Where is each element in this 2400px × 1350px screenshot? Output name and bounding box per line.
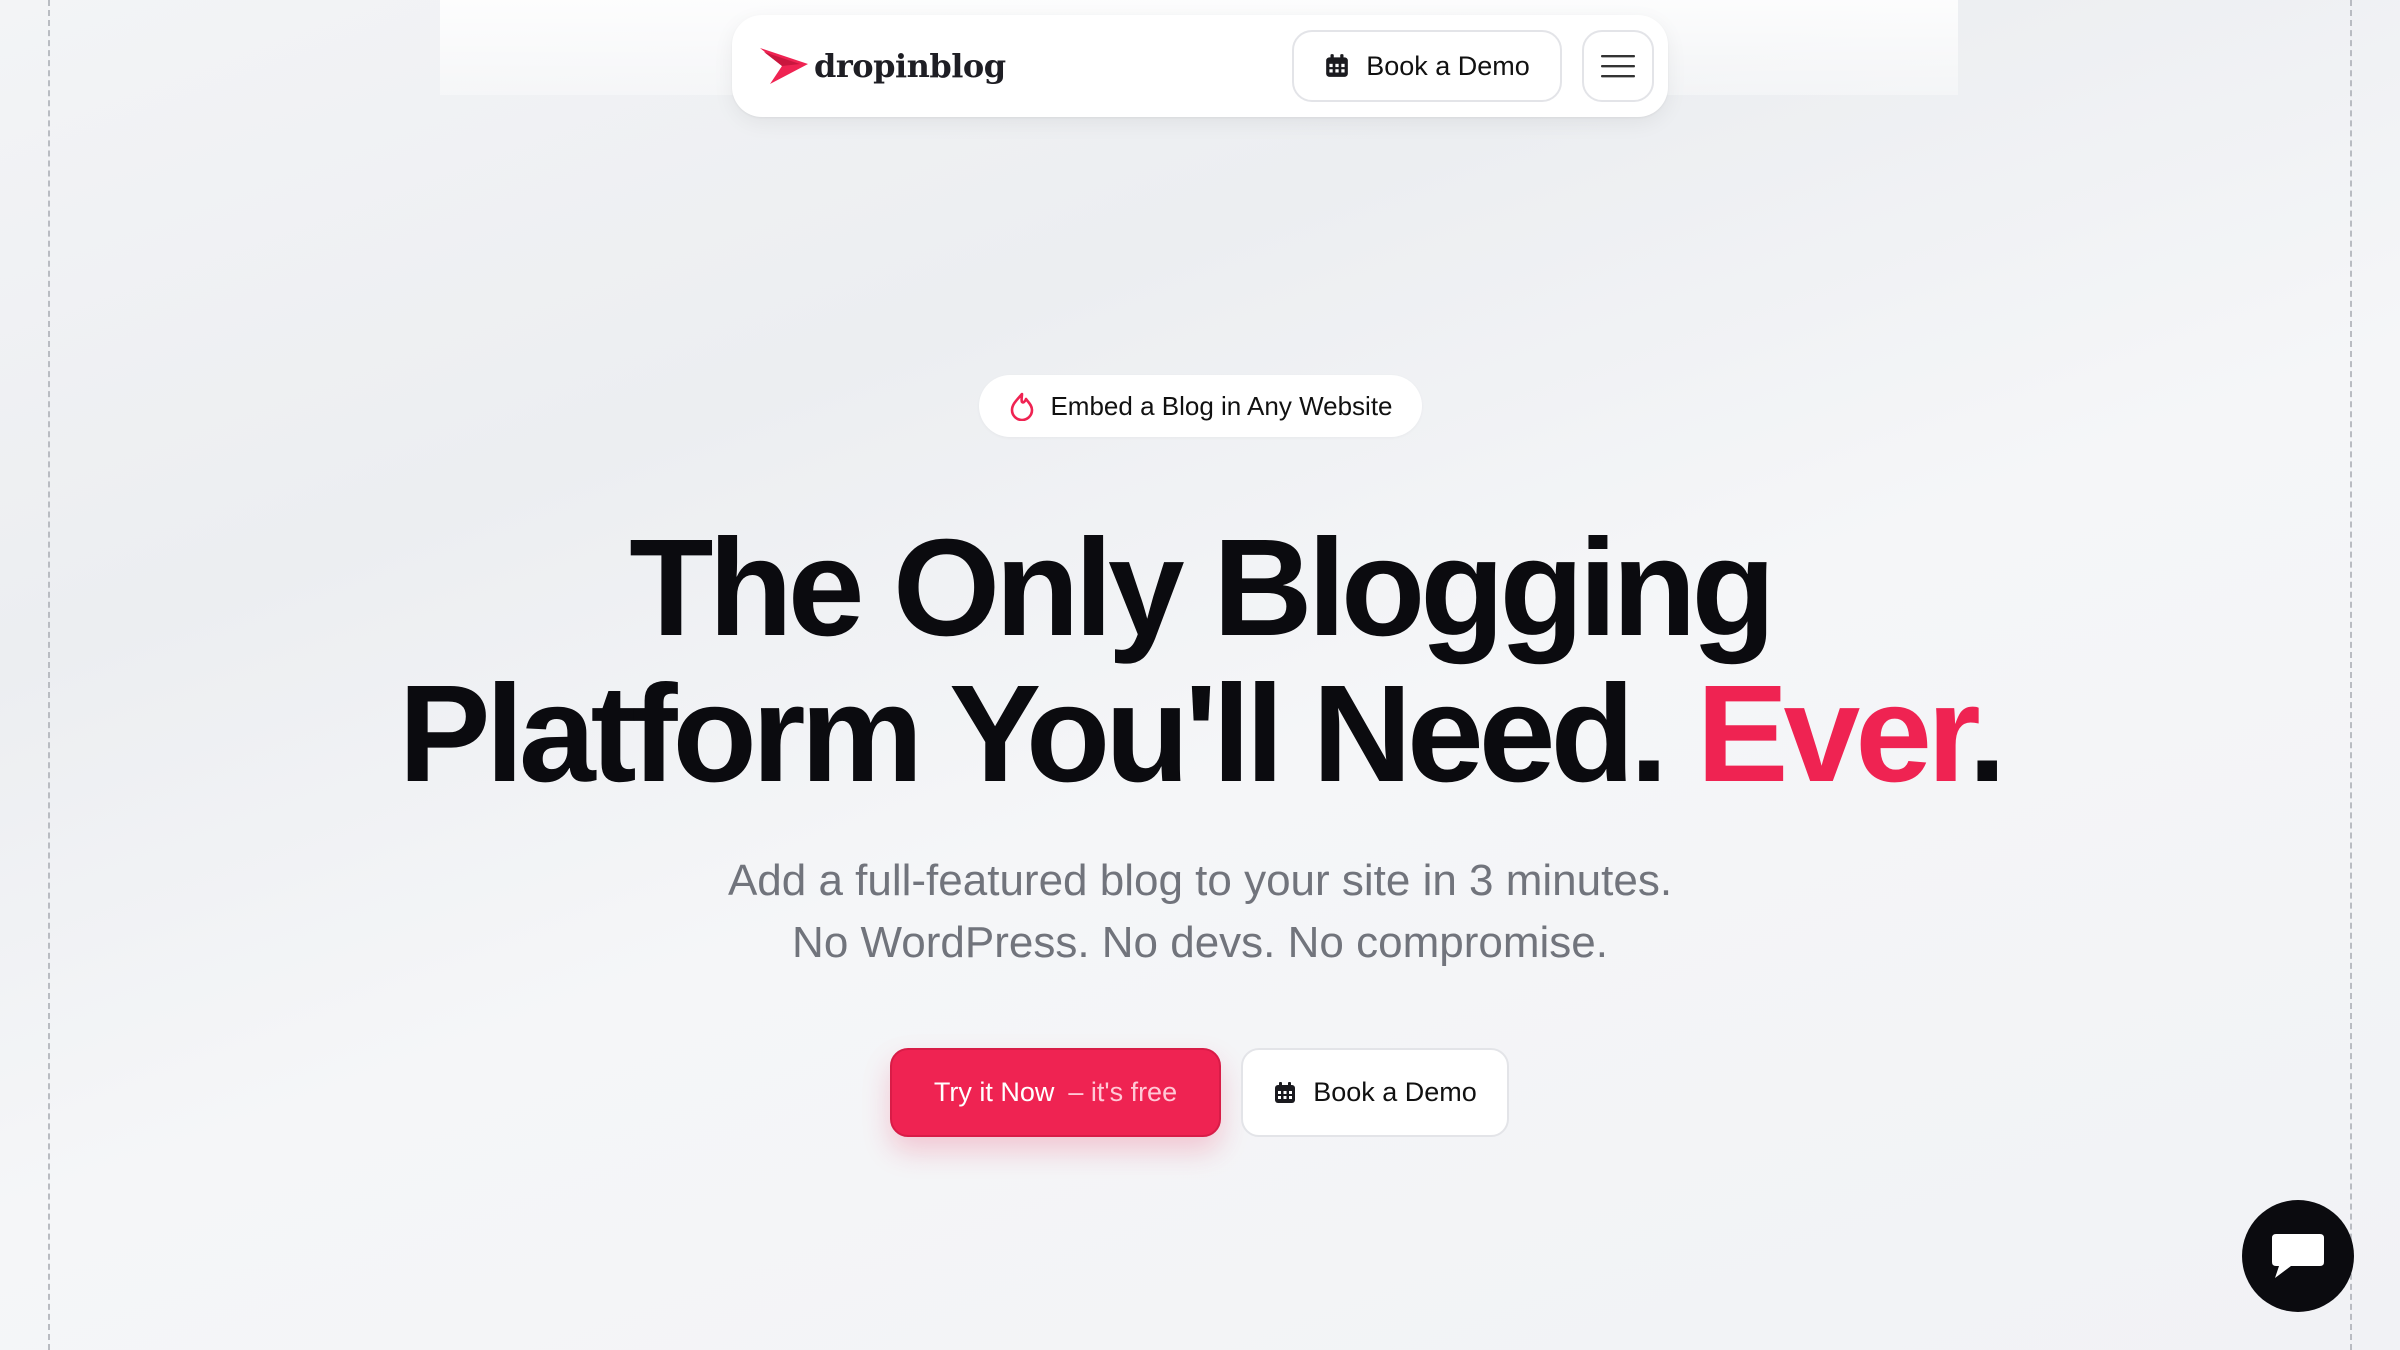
chat-widget-button[interactable] (2242, 1200, 2354, 1312)
brand-logo[interactable]: dropinblog (760, 47, 1006, 85)
cta-group: Try it Now – it's free Book a Demo (890, 1048, 1509, 1137)
book-demo-label: Book a Demo (1313, 1077, 1477, 1107)
headline-accent-word: Ever (1696, 657, 1973, 811)
try-it-now-button[interactable]: Try it Now – it's free (890, 1048, 1221, 1137)
hero-badge-text: Embed a Blog in Any Website (1050, 390, 1393, 421)
subheadline-line-1: Add a full-featured blog to your site in… (727, 856, 1673, 905)
headline-line-1: The Only Blogging (629, 511, 1776, 665)
hero-badge: Embed a Blog in Any Website (979, 375, 1422, 437)
headline-line-2: Platform You'll Need. (398, 657, 1669, 811)
subheadline-line-2: No WordPress. No devs. No compromise. (792, 918, 1608, 967)
try-it-now-label: Try it Now (933, 1077, 1055, 1107)
chat-bubble-icon (2272, 1234, 2324, 1278)
navbar: dropinblog Book a Demo (732, 15, 1668, 117)
free-suffix: – it's free (1068, 1077, 1178, 1107)
nav-book-demo-label: Book a Demo (1366, 50, 1530, 81)
hero-subheadline: Add a full-featured blog to your site in… (0, 850, 2400, 974)
calendar-icon (1326, 54, 1349, 77)
book-demo-button[interactable]: Book a Demo (1241, 1048, 1509, 1137)
nav-book-demo-button[interactable]: Book a Demo (1292, 30, 1562, 102)
menu-button[interactable] (1582, 30, 1654, 102)
brand-name: dropinblog (814, 47, 1006, 85)
headline-period: . (1968, 657, 2006, 811)
dropinblog-logo-icon (760, 48, 808, 84)
calendar-icon (1275, 1081, 1296, 1103)
hamburger-menu-icon (1601, 55, 1635, 78)
flame-icon (1011, 392, 1034, 421)
hero-headline: The Only Blogging Platform You'll Need. … (0, 515, 2400, 807)
